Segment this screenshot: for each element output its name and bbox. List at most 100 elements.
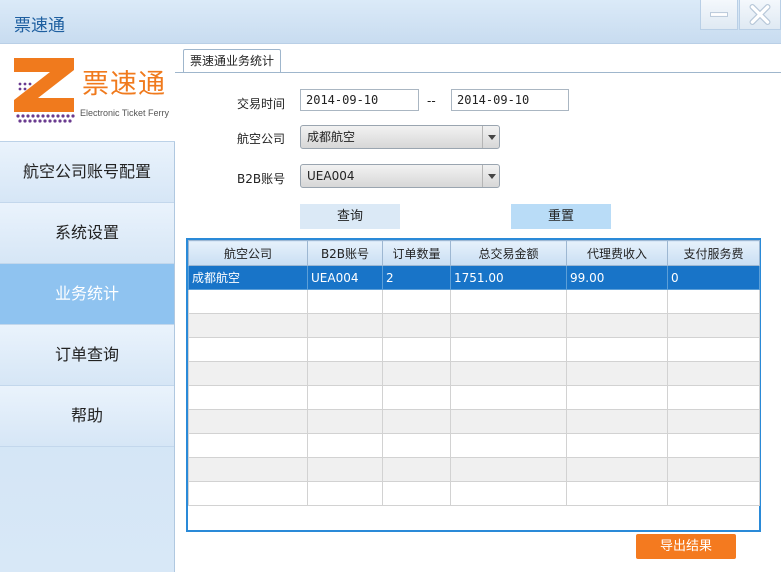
table-row[interactable] — [188, 433, 760, 458]
table-cell[interactable] — [667, 313, 760, 338]
column-header[interactable]: B2B账号 — [307, 240, 383, 266]
table-cell[interactable] — [307, 361, 383, 386]
table-cell[interactable] — [188, 313, 308, 338]
table-cell[interactable] — [382, 313, 451, 338]
table-cell[interactable] — [307, 481, 383, 506]
table-cell[interactable] — [188, 337, 308, 362]
table-cell[interactable] — [188, 481, 308, 506]
table-cell[interactable] — [382, 409, 451, 434]
b2b-label: B2B账号 — [237, 172, 286, 186]
table-cell[interactable] — [382, 385, 451, 410]
table-cell[interactable] — [566, 361, 668, 386]
table-cell[interactable] — [307, 337, 383, 362]
table-cell[interactable] — [566, 433, 668, 458]
close-button[interactable] — [739, 0, 781, 30]
chevron-down-icon[interactable] — [482, 126, 499, 148]
table-cell[interactable] — [307, 289, 383, 314]
column-header[interactable]: 总交易金额 — [450, 240, 567, 266]
query-button[interactable]: 查询 — [300, 204, 400, 229]
table-cell[interactable] — [450, 481, 567, 506]
sidebar-item-order-query[interactable]: 订单查询 — [0, 325, 174, 386]
sidebar-item-airline-accounts[interactable]: 航空公司账号配置 — [0, 142, 174, 203]
table-row[interactable] — [188, 337, 760, 362]
table-cell[interactable] — [450, 385, 567, 410]
column-header[interactable]: 订单数量 — [382, 240, 451, 266]
stats-table: 航空公司 B2B账号 订单数量 总交易金额 代理费收入 支付服务费 成都航空 UE… — [186, 238, 761, 532]
table-row[interactable] — [188, 313, 760, 338]
table-cell[interactable] — [450, 409, 567, 434]
table-cell[interactable] — [307, 385, 383, 410]
table-cell[interactable] — [566, 289, 668, 314]
minimize-button[interactable] — [700, 0, 738, 30]
date-to-field[interactable]: 2014-09-10 — [451, 89, 569, 111]
table-cell[interactable]: 0 — [667, 265, 760, 290]
logo-subtitle: Electronic Ticket Ferry — [80, 108, 170, 118]
table-cell[interactable] — [566, 337, 668, 362]
table-cell[interactable] — [667, 409, 760, 434]
table-cell[interactable] — [566, 457, 668, 482]
table-cell[interactable] — [382, 289, 451, 314]
table-cell[interactable] — [450, 313, 567, 338]
table-cell[interactable] — [188, 409, 308, 434]
tab-business-stats[interactable]: 票速通业务统计 — [183, 49, 282, 73]
chevron-down-icon[interactable] — [482, 165, 499, 187]
table-cell[interactable] — [667, 337, 760, 362]
table-cell[interactable] — [188, 433, 308, 458]
table-cell[interactable] — [188, 457, 308, 482]
table-row[interactable] — [188, 457, 760, 482]
table-cell[interactable] — [566, 313, 668, 338]
reset-button[interactable]: 重置 — [511, 204, 611, 229]
table-cell[interactable] — [450, 337, 567, 362]
table-row[interactable] — [188, 409, 760, 434]
table-cell[interactable] — [307, 313, 383, 338]
table-cell[interactable] — [450, 457, 567, 482]
table-cell[interactable]: 2 — [382, 265, 451, 290]
table-cell[interactable] — [667, 433, 760, 458]
table-cell[interactable] — [188, 361, 308, 386]
table-cell[interactable] — [667, 289, 760, 314]
b2b-account-select[interactable]: UEA004 — [300, 164, 500, 188]
table-cell[interactable] — [382, 433, 451, 458]
table-cell[interactable]: 1751.00 — [450, 265, 567, 290]
table-cell[interactable] — [382, 457, 451, 482]
sidebar: 票速通 Electronic Ticket Ferry 航空公司账号配置 系统设… — [0, 44, 175, 572]
table-cell[interactable] — [566, 409, 668, 434]
table-row[interactable] — [188, 289, 760, 314]
column-header[interactable]: 代理费收入 — [566, 240, 668, 266]
table-cell[interactable] — [382, 337, 451, 362]
table-cell[interactable]: 99.00 — [566, 265, 668, 290]
logo: 票速通 Electronic Ticket Ferry — [0, 44, 175, 142]
table-cell[interactable] — [566, 481, 668, 506]
table-cell[interactable] — [307, 457, 383, 482]
table-cell[interactable] — [188, 289, 308, 314]
column-header[interactable]: 航空公司 — [188, 240, 308, 266]
sidebar-item-system-settings[interactable]: 系统设置 — [0, 203, 174, 264]
table-cell[interactable] — [667, 361, 760, 386]
table-cell[interactable] — [667, 481, 760, 506]
airline-select[interactable]: 成都航空 — [300, 125, 500, 149]
export-results-button[interactable]: 导出结果 — [636, 534, 736, 559]
table-cell[interactable] — [667, 385, 760, 410]
sidebar-item-business-stats[interactable]: 业务统计 — [0, 264, 174, 325]
table-cell[interactable] — [382, 481, 451, 506]
table-cell[interactable]: 成都航空 — [188, 265, 308, 290]
table-row[interactable] — [188, 481, 760, 506]
table-cell[interactable] — [188, 385, 308, 410]
table-cell[interactable] — [382, 361, 451, 386]
table-cell[interactable]: UEA004 — [307, 265, 383, 290]
sidebar-item-help[interactable]: 帮助 — [0, 386, 174, 447]
table-cell[interactable] — [667, 457, 760, 482]
table-cell[interactable] — [450, 361, 567, 386]
content-pane: 票速通业务统计 交易时间 2014-09-10 -- 2014-09-10 航空… — [175, 44, 781, 572]
table-cell[interactable] — [307, 409, 383, 434]
table-cell[interactable] — [450, 289, 567, 314]
table-row[interactable] — [188, 361, 760, 386]
table-cell[interactable] — [450, 433, 567, 458]
date-from-field[interactable]: 2014-09-10 — [300, 89, 419, 111]
table-row[interactable] — [188, 385, 760, 410]
table-cell[interactable] — [566, 385, 668, 410]
column-header[interactable]: 支付服务费 — [667, 240, 760, 266]
table-row[interactable]: 成都航空 UEA004 2 1751.00 99.00 0 — [188, 265, 760, 290]
table-header-row: 航空公司 B2B账号 订单数量 总交易金额 代理费收入 支付服务费 — [188, 240, 760, 266]
table-cell[interactable] — [307, 433, 383, 458]
